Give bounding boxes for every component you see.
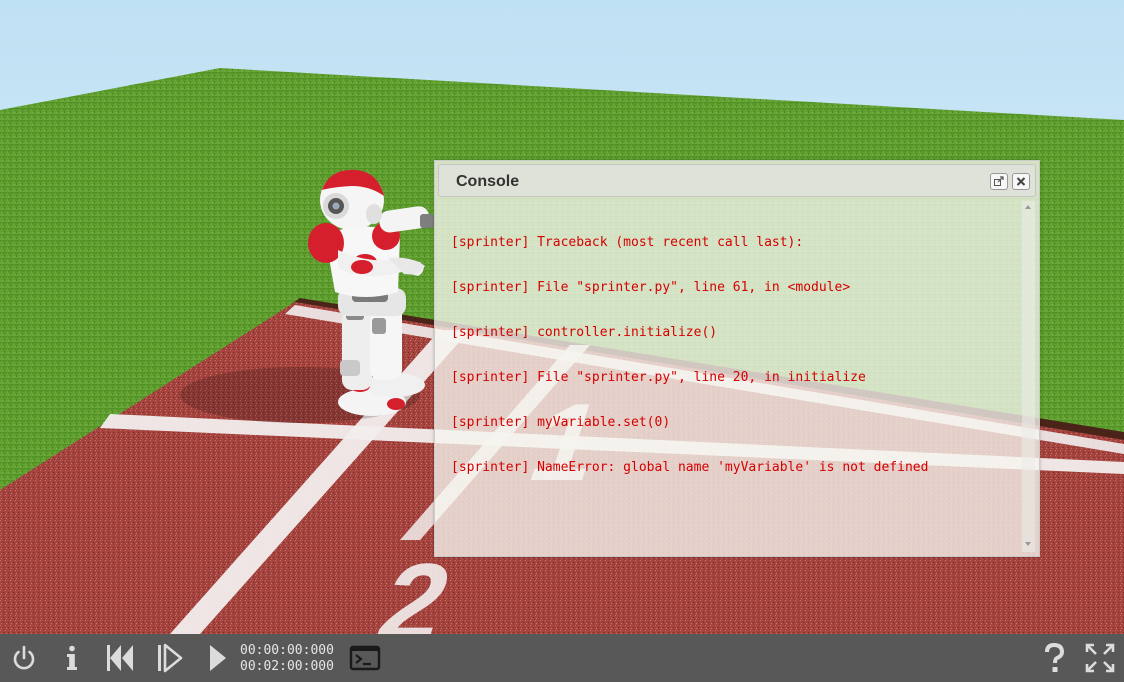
- scroll-down-arrow-icon[interactable]: [1025, 542, 1031, 546]
- scroll-up-arrow-icon[interactable]: [1025, 205, 1031, 209]
- reset-button[interactable]: [104, 642, 136, 674]
- simulation-toolbar: 00:00:00:000 00:02:00:000: [0, 634, 1124, 682]
- console-title: Console: [456, 173, 520, 190]
- simulation-app: 1 2: [0, 0, 1124, 682]
- fullscreen-button[interactable]: [1084, 642, 1116, 674]
- info-button[interactable]: [56, 642, 88, 674]
- power-icon: [13, 645, 35, 670]
- play-icon: [210, 645, 226, 671]
- popout-button[interactable]: [990, 173, 1008, 190]
- quit-button[interactable]: [8, 642, 40, 674]
- console-output[interactable]: [sprinter] Traceback (most recent call l…: [451, 205, 1019, 550]
- external-link-icon: [994, 176, 1004, 186]
- elapsed-time: 00:00:00:000: [240, 643, 334, 658]
- info-icon: [67, 645, 77, 670]
- play-button[interactable]: [202, 642, 234, 674]
- console-header[interactable]: Console: [438, 164, 1036, 197]
- console-panel[interactable]: Console [sprinter] Traceback (most recen…: [434, 160, 1040, 557]
- console-line: [sprinter] File "sprinter.py", line 61, …: [451, 280, 851, 295]
- run-time: 00:02:00:000: [240, 659, 334, 674]
- console-line: [sprinter] myVariable.set(0): [451, 415, 671, 430]
- console-toggle-button[interactable]: [349, 642, 381, 674]
- console-line: [sprinter] File "sprinter.py", line 20, …: [451, 370, 866, 385]
- close-button[interactable]: [1012, 173, 1030, 190]
- console-scrollbar[interactable]: [1022, 201, 1035, 552]
- fullscreen-icon: [1085, 643, 1115, 673]
- help-button[interactable]: [1038, 642, 1070, 674]
- step-button[interactable]: [154, 642, 186, 674]
- close-icon: [1016, 177, 1026, 186]
- help-icon: [1045, 642, 1065, 672]
- console-line: [sprinter] Traceback (most recent call l…: [451, 235, 804, 250]
- terminal-icon: [349, 645, 381, 671]
- step-icon: [158, 643, 183, 673]
- console-line: [sprinter] NameError: global name 'myVar…: [451, 460, 929, 475]
- simulation-time-display: 00:00:00:000 00:02:00:000: [240, 643, 334, 675]
- console-line: [sprinter] controller.initialize(): [451, 325, 718, 340]
- reset-icon: [107, 645, 133, 671]
